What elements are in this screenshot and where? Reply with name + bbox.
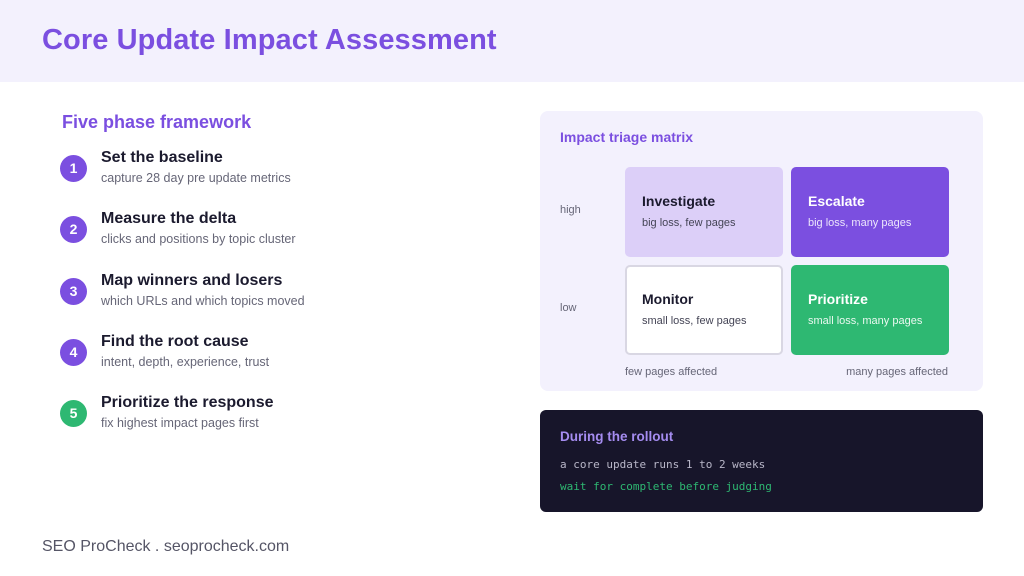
step-description: intent, depth, experience, trust: [101, 355, 270, 369]
cell-investigate: Investigate big loss, few pages: [625, 167, 783, 257]
impact-triage-matrix: Impact triage matrix high low Investigat…: [540, 111, 983, 391]
x-axis-label-many: many pages affected: [846, 366, 948, 378]
rollout-line-advice: wait for complete before judging: [560, 480, 772, 493]
step-description: which URLs and which topics moved: [101, 294, 305, 308]
cell-title: Monitor: [642, 291, 694, 307]
step-title: Prioritize the response: [101, 394, 274, 411]
matrix-title: Impact triage matrix: [560, 129, 694, 145]
rollout-title: During the rollout: [560, 429, 674, 444]
x-axis-label-few: few pages affected: [625, 366, 718, 378]
step-description: capture 28 day pre update metrics: [101, 171, 291, 185]
cell-title: Escalate: [808, 193, 865, 209]
step-number-badge: 5: [60, 400, 87, 427]
cell-description: big loss, few pages: [642, 217, 736, 229]
cell-prioritize: Prioritize small loss, many pages: [791, 265, 949, 355]
rollout-panel: During the rollout a core update runs 1 …: [540, 410, 983, 512]
step-number-badge: 2: [60, 216, 87, 243]
step-title: Find the root cause: [101, 333, 249, 350]
step-number-badge: 3: [60, 278, 87, 305]
step-number-badge: 4: [60, 339, 87, 366]
step-title: Set the baseline: [101, 149, 223, 166]
framework-title: Five phase framework: [62, 112, 252, 132]
step-title: Map winners and losers: [101, 272, 283, 289]
cell-escalate: Escalate big loss, many pages: [791, 167, 949, 257]
cell-monitor: Monitor small loss, few pages: [625, 265, 783, 355]
step-1: 1 Set the baseline capture 28 day pre up…: [60, 149, 480, 205]
cell-description: small loss, few pages: [642, 315, 747, 327]
cell-description: big loss, many pages: [808, 217, 912, 229]
step-4: 4 Find the root cause intent, depth, exp…: [60, 333, 480, 389]
cell-title: Investigate: [642, 193, 716, 209]
step-5: 5 Prioritize the response fix highest im…: [60, 394, 480, 450]
step-description: clicks and positions by topic cluster: [101, 232, 296, 246]
page-title: Core Update Impact Assessment: [42, 24, 497, 56]
cell-description: small loss, many pages: [808, 315, 923, 327]
y-axis-label-high: high: [560, 204, 581, 216]
rollout-line-duration: a core update runs 1 to 2 weeks: [560, 458, 766, 471]
step-description: fix highest impact pages first: [101, 416, 259, 430]
step-2: 2 Measure the delta clicks and positions…: [60, 210, 480, 266]
cell-title: Prioritize: [808, 291, 868, 307]
step-3: 3 Map winners and losers which URLs and …: [60, 272, 480, 328]
y-axis-label-low: low: [560, 302, 577, 314]
step-title: Measure the delta: [101, 210, 237, 227]
header-bar: Core Update Impact Assessment: [0, 0, 1024, 82]
footer-brand: SEO ProCheck . seoprocheck.com: [42, 538, 290, 555]
step-number-badge: 1: [60, 155, 87, 182]
